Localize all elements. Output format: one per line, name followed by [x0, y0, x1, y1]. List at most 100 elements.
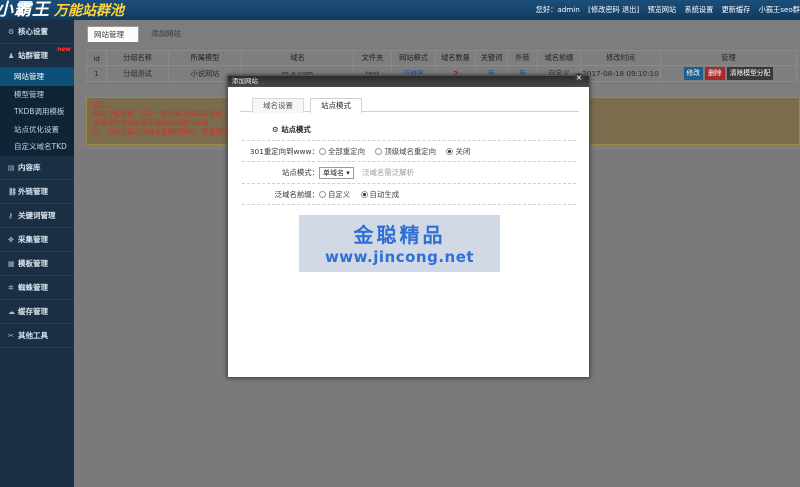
cell-actions: 修改 删除 清除模型分配: [660, 65, 797, 82]
delete-button[interactable]: 删除: [705, 67, 725, 80]
cache-icon: ☁: [8, 307, 15, 316]
option-label: 关闭: [455, 146, 471, 156]
site-mode-help: 泛域名需泛解析: [362, 168, 414, 177]
close-icon[interactable]: ×: [574, 73, 584, 83]
radio-button[interactable]: [319, 147, 326, 155]
tools-icon: ✂: [8, 331, 14, 340]
top-bar: 小霸王 万能站群池 您好：admin [修改密码 退出] 预览网站 系统设置 更新…: [0, 0, 800, 20]
clear-model-button[interactable]: 清除模型分配: [726, 67, 774, 80]
table-header-row: id 分组名称 所属模型 域名 文件夹 网站模式 域名数量 关键词 外链 域名前…: [86, 50, 797, 66]
site-mode-select[interactable]: 单域名 ▾: [319, 167, 354, 179]
tab-domain-settings[interactable]: 域名设置: [252, 98, 304, 113]
tab-site-management[interactable]: 网站管理: [87, 26, 139, 42]
sidebar-item-tkdb-template[interactable]: TKDB调用模板: [0, 103, 74, 121]
sidebar-item-custom-domain-tkd[interactable]: 自定义域名TKD: [0, 138, 74, 156]
section-title: 站点模式: [281, 125, 311, 134]
crosshair-icon: ✥: [8, 235, 14, 244]
app-logo[interactable]: 小霸王 万能站群池: [0, 0, 150, 20]
logo-sub-text: 万能站群池: [54, 3, 124, 19]
col-header: 分组名称: [106, 50, 169, 66]
sidebar-group-collection[interactable]: ✥ 采集管理: [0, 228, 74, 252]
radio-button-selected[interactable]: [446, 147, 454, 155]
change-password-logout-link[interactable]: [修改密码 退出]: [588, 5, 639, 14]
key-icon: ⚷: [8, 211, 14, 220]
new-badge: new: [57, 46, 71, 53]
sidebar-group-keywords[interactable]: ⚷ 关键词管理: [0, 204, 74, 228]
dialog-title: 添加网站: [232, 77, 258, 85]
radio-button-selected[interactable]: [360, 190, 368, 198]
sidebar-group-label: 采集管理: [18, 234, 48, 244]
col-header: 管理: [660, 50, 797, 66]
system-settings-link[interactable]: 系统设置: [685, 5, 714, 14]
update-cache-link[interactable]: 更新缓存: [722, 5, 751, 14]
col-header: 修改时间: [580, 50, 661, 66]
sidebar-group-label: 模板管理: [18, 258, 48, 268]
sidebar-group-other-tools[interactable]: ✂ 其他工具: [0, 324, 74, 348]
site-mode-form: ⚙ 站点模式 301重定向到www： 全部重定向 顶级域名重定向 关闭 站点模式…: [242, 119, 576, 205]
dialog-header: 添加网站 ×: [228, 73, 589, 87]
sidebar-group-external-links[interactable]: ⛓外链管理: [0, 180, 74, 204]
link-icon: ⛓: [8, 187, 17, 196]
sidebar-group-label: 其他工具: [18, 330, 48, 340]
select-value: 单域名: [323, 169, 344, 177]
chevron-down-icon: ▾: [346, 169, 350, 177]
seo-group-link[interactable]: 小霸王seo群: [759, 5, 800, 14]
logo-main-text: 小霸王: [0, 0, 50, 20]
greeting-text: 您好：admin: [535, 5, 580, 14]
tab-site-mode[interactable]: 站点模式: [310, 98, 362, 113]
book-icon: ▤: [8, 163, 15, 172]
redirect-off-option[interactable]: 关闭: [446, 147, 470, 156]
col-header: 关键词: [475, 50, 508, 66]
watermark: 金聪精品 www.jincong.net: [299, 215, 500, 272]
sidebar-group-content-library[interactable]: ▤ 内容库: [0, 156, 74, 180]
option-label: 自定义: [328, 189, 351, 199]
sidebar-item-seo-settings[interactable]: 站点优化设置: [0, 120, 74, 138]
spider-icon: ✲: [8, 283, 14, 292]
sidebar-group-site-cluster[interactable]: ♟ 站群管理 new: [0, 44, 74, 68]
site-mode-label: 站点模式：: [282, 168, 319, 177]
option-label: 全部重定向: [328, 146, 365, 156]
sidebar-group-label: 外链管理: [18, 186, 48, 196]
col-header: 域名: [241, 50, 354, 66]
cell-group: 分组测试: [106, 65, 169, 82]
sidebar-group-cache[interactable]: ☁ 缓存管理: [0, 300, 74, 324]
wildcard-prefix-label: 泛域名前缀：: [274, 189, 319, 199]
template-icon: ▦: [8, 259, 15, 268]
section-header: ⚙ 站点模式: [242, 119, 576, 141]
sidebar-group-label: 关键词管理: [18, 210, 56, 220]
dialog-tabs: 域名设置 站点模式: [240, 96, 579, 113]
sidebar-item-site-management[interactable]: 网站管理: [0, 68, 74, 86]
top-links: 您好：admin [修改密码 退出] 预览网站 系统设置 更新缓存 小霸王seo…: [530, 5, 800, 15]
cell-time: 2017-08-18 09:10:10: [580, 65, 661, 82]
redirect-top-domain-option[interactable]: 顶级域名重定向: [375, 147, 436, 156]
redirect-www-row: 301重定向到www： 全部重定向 顶级域名重定向 关闭: [242, 141, 576, 162]
tab-add-site[interactable]: 添加网站: [145, 26, 195, 42]
redirect-www-label: 301重定向到www：: [249, 146, 319, 156]
sidebar-group-label: 站群管理: [18, 51, 48, 60]
sidebar-group-spiders[interactable]: ✲ 蜘蛛管理: [0, 276, 74, 300]
sidebar-group-label: 缓存管理: [18, 306, 48, 316]
col-header: 所属模型: [168, 50, 242, 66]
col-header: 外链: [507, 50, 538, 66]
gear-icon: ⚙: [272, 125, 279, 134]
col-header: 域名数量: [435, 50, 476, 66]
radio-button[interactable]: [319, 190, 326, 198]
prefix-auto-option[interactable]: 自动生成: [360, 189, 400, 199]
redirect-all-option[interactable]: 全部重定向: [319, 147, 365, 156]
edit-button[interactable]: 修改: [683, 67, 704, 80]
site-mode-row: 站点模式： 单域名 ▾ 泛域名需泛解析: [242, 162, 576, 184]
sidebar-group-label: 蜘蛛管理: [18, 282, 48, 292]
preview-site-link[interactable]: 预览网站: [647, 5, 676, 14]
col-header: 文件夹: [353, 50, 392, 66]
sidebar-group-label: 内容库: [18, 162, 41, 172]
option-label: 自动生成: [369, 189, 400, 199]
sidebar-item-model-management[interactable]: 模型管理: [0, 85, 74, 103]
col-header: id: [86, 50, 107, 66]
sidebar-group-templates[interactable]: ▦ 模板管理: [0, 252, 74, 276]
sidebar: ⚙ 核心设置 ♟ 站群管理 new 网站管理 模型管理 TKDB调用模板 站点优化设置…: [0, 20, 74, 487]
radio-button[interactable]: [375, 147, 383, 155]
wildcard-prefix-row: 泛域名前缀： 自定义 自动生成: [242, 184, 576, 205]
prefix-custom-option[interactable]: 自定义: [319, 190, 350, 199]
col-header: 网站模式: [391, 50, 436, 66]
option-label: 顶级域名重定向: [384, 146, 437, 156]
